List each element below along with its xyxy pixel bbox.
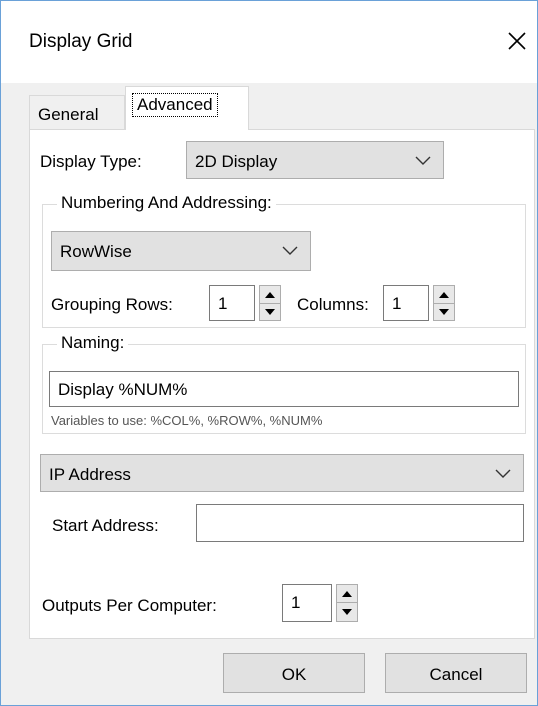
start-address-label: Start Address: — [52, 516, 159, 535]
grouping-rows-input[interactable]: 1 — [209, 285, 255, 321]
columns-value: 1 — [392, 294, 402, 313]
triangle-up-icon — [265, 291, 275, 298]
columns-input[interactable]: 1 — [383, 285, 429, 321]
grouping-rows-label: Grouping Rows: — [51, 295, 173, 314]
dialog-window: Display Grid General Advanced Display Ty… — [0, 0, 538, 706]
display-type-dropdown[interactable]: 2D Display — [186, 141, 444, 179]
tab-advanced[interactable]: Advanced — [125, 86, 249, 130]
chevron-down-icon — [282, 246, 298, 255]
numbering-order-value: RowWise — [60, 242, 132, 261]
outputs-spin-down[interactable] — [337, 603, 357, 620]
outputs-per-computer-input[interactable]: 1 — [282, 584, 332, 622]
close-icon — [508, 32, 526, 50]
naming-group: Naming: Display %NUM% Variables to use: … — [42, 333, 526, 434]
naming-input[interactable]: Display %NUM% — [49, 371, 519, 407]
cancel-button[interactable]: Cancel — [385, 653, 527, 693]
triangle-up-icon — [439, 291, 449, 298]
address-type-value: IP Address — [49, 465, 131, 484]
columns-spin-down[interactable] — [434, 303, 454, 320]
naming-hint: Variables to use: %COL%, %ROW%, %NUM% — [51, 413, 323, 428]
outputs-per-computer-value: 1 — [291, 593, 301, 612]
grouping-rows-spin-down[interactable] — [260, 303, 280, 320]
tab-advanced-label: Advanced — [132, 93, 218, 117]
naming-value: Display %NUM% — [58, 380, 188, 399]
tab-general-label: General — [38, 105, 99, 124]
start-address-input[interactable] — [196, 504, 524, 542]
tab-general[interactable]: General — [29, 95, 125, 129]
display-type-label: Display Type: — [40, 152, 142, 171]
cancel-button-label: Cancel — [429, 665, 483, 684]
outputs-per-computer-label: Outputs Per Computer: — [42, 596, 217, 615]
address-type-dropdown[interactable]: IP Address — [40, 454, 524, 492]
triangle-down-icon — [265, 308, 275, 315]
chevron-down-icon — [495, 469, 511, 478]
display-type-value: 2D Display — [195, 152, 278, 171]
triangle-down-icon — [342, 608, 352, 615]
title-bar: Display Grid — [1, 1, 537, 83]
numbering-caption: Numbering And Addressing: — [57, 193, 276, 213]
ok-button[interactable]: OK — [223, 653, 365, 693]
grouping-rows-value: 1 — [218, 294, 228, 313]
close-button[interactable] — [499, 23, 535, 59]
grouping-rows-spinner[interactable] — [259, 285, 281, 321]
columns-spin-up[interactable] — [434, 286, 454, 304]
triangle-up-icon — [342, 590, 352, 597]
columns-label: Columns: — [297, 295, 369, 314]
ok-button-label: OK — [281, 665, 307, 684]
triangle-down-icon — [439, 308, 449, 315]
columns-spinner[interactable] — [433, 285, 455, 321]
naming-caption: Naming: — [57, 333, 129, 353]
outputs-spin-up[interactable] — [337, 585, 357, 603]
tab-strip: General Advanced — [1, 83, 537, 130]
outputs-per-computer-spinner[interactable] — [336, 584, 358, 622]
grouping-rows-spin-up[interactable] — [260, 286, 280, 304]
window-title: Display Grid — [29, 31, 133, 52]
numbering-order-dropdown[interactable]: RowWise — [51, 231, 311, 271]
chevron-down-icon — [415, 156, 431, 165]
numbering-group: Numbering And Addressing: RowWise Groupi… — [42, 193, 526, 328]
advanced-panel: Display Type: 2D Display Numbering And A… — [29, 129, 535, 639]
